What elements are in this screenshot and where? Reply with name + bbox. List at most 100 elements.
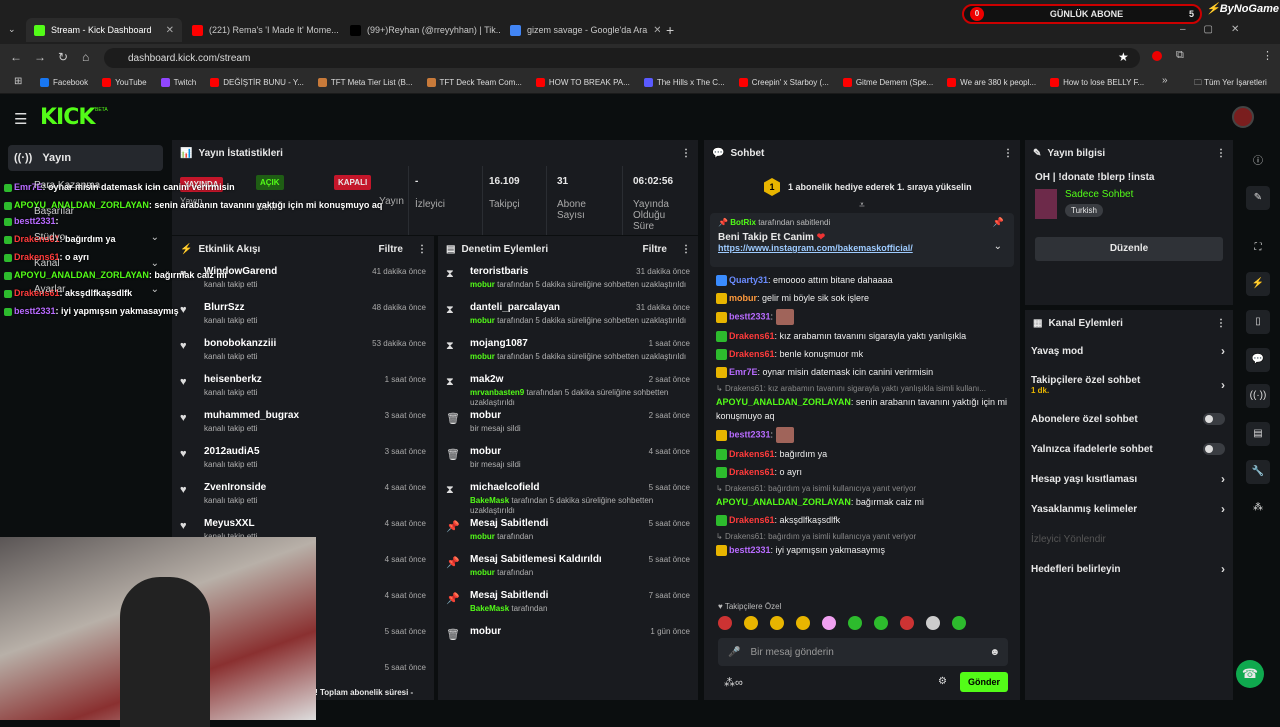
page-icon[interactable]: ▯: [1246, 310, 1270, 334]
sidebar-item[interactable]: Stüdyo ⌄: [14, 232, 159, 243]
browser-tab[interactable]: (221) Rema's 'I Made It' Mome...✕: [184, 18, 340, 42]
emote-icon[interactable]: [770, 616, 784, 630]
chat-username[interactable]: Quarty31: [729, 275, 768, 285]
emote-icon[interactable]: [796, 616, 810, 630]
tab-list-icon[interactable]: ⌄: [8, 24, 16, 35]
avatar[interactable]: [1232, 106, 1254, 128]
chat-message-input[interactable]: 🎤 Bir mesaj gönderin ☻: [718, 638, 1008, 666]
more-bookmarks-icon[interactable]: »: [1162, 75, 1168, 86]
moderation-filter-button[interactable]: Filtre: [643, 244, 667, 255]
channel-action-item[interactable]: Hedefleri belirleyin ›: [1025, 554, 1233, 584]
unpin-icon[interactable]: 📌: [993, 217, 1004, 228]
bookmark-star-icon[interactable]: ★: [1118, 50, 1129, 64]
stats-menu-icon[interactable]: ⋮: [681, 148, 691, 159]
moderation-menu-icon[interactable]: ⋮: [681, 244, 691, 255]
kick-logo[interactable]: KICK: [40, 105, 95, 130]
toggle-switch[interactable]: [1203, 443, 1225, 455]
emote-icon[interactable]: [822, 616, 836, 630]
bookmark-item[interactable]: Creepin' x Starboy (...: [738, 78, 829, 87]
all-bookmarks[interactable]: 🗀 Tüm Yer İşaretleri: [1194, 77, 1267, 91]
chat-username[interactable]: bestt2331: [729, 545, 771, 555]
chat-username[interactable]: Drakens61: [729, 467, 775, 477]
collapse-arrow-icon[interactable]: ⩡: [704, 200, 1020, 211]
pencil-icon[interactable]: ✎: [1246, 186, 1270, 210]
chat-username[interactable]: APOYU_ANALDAN_ZORLAYAN: [716, 397, 851, 407]
channel-actions-menu-icon[interactable]: ⋮: [1216, 318, 1226, 329]
new-tab-button[interactable]: +: [666, 22, 674, 38]
edit-button[interactable]: Düzenle: [1035, 237, 1223, 261]
bookmark-item[interactable]: Twitch: [160, 78, 196, 87]
emote-icon[interactable]: [718, 616, 732, 630]
browser-tab[interactable]: Stream - Kick Dashboard ✕: [26, 18, 182, 42]
chat-username[interactable]: Drakens61: [729, 515, 775, 525]
sidebar-item[interactable]: Kanal ⌄: [14, 258, 159, 269]
chat-bubble-icon[interactable]: 💬: [1246, 348, 1270, 372]
bookmark-item[interactable]: How to lose BELLY F...: [1050, 78, 1144, 87]
bookmark-item[interactable]: YouTube: [102, 78, 147, 87]
emote-icon[interactable]: [744, 616, 758, 630]
bookmark-item[interactable]: We are 380 k peopl...: [947, 78, 1036, 87]
extension-icon[interactable]: [1152, 51, 1162, 61]
back-icon[interactable]: ←: [10, 50, 22, 64]
apps-grid-icon[interactable]: ⊞: [14, 76, 22, 87]
channel-action-item[interactable]: Hesap yaşı kısıtlaması ›: [1025, 464, 1233, 494]
channel-action-item[interactable]: Abonelere özel sohbet: [1025, 404, 1233, 434]
share-icon[interactable]: ⁂: [1246, 496, 1270, 520]
layers-icon[interactable]: ▤: [1246, 422, 1270, 446]
channel-action-item[interactable]: Yalnızca ifadelerle sohbet: [1025, 434, 1233, 464]
send-button[interactable]: Gönder: [960, 672, 1008, 692]
emote-icon[interactable]: [952, 616, 966, 630]
forward-icon[interactable]: →: [34, 50, 46, 64]
channel-action-item[interactable]: Yavaş mod ›: [1025, 336, 1233, 366]
browser-menu-icon[interactable]: ⋮: [1262, 49, 1273, 62]
chat-username[interactable]: Drakens61: [729, 331, 775, 341]
activity-menu-icon[interactable]: ⋮: [417, 244, 427, 255]
bookmark-item[interactable]: DEĞİŞTİR BUNU - Y...: [210, 78, 304, 87]
emote-icon[interactable]: [926, 616, 940, 630]
bookmark-item[interactable]: Gitme Demem (Spe...: [842, 78, 933, 87]
category-link[interactable]: Sadece Sohbet: [1065, 189, 1133, 200]
emote-icon[interactable]: [848, 616, 862, 630]
bookmark-item[interactable]: HOW TO BREAK PA...: [535, 78, 630, 87]
activity-filter-button[interactable]: Filtre: [379, 244, 403, 255]
bookmark-item[interactable]: TFT Deck Team Com...: [426, 78, 522, 87]
close-tab-icon[interactable]: ✕: [166, 25, 174, 36]
sidebar-item[interactable]: Ayarlar ⌄: [14, 284, 159, 295]
wrench-icon[interactable]: 🔧: [1246, 460, 1270, 484]
channel-action-item[interactable]: Yasaklanmış kelimeler ›: [1025, 494, 1233, 524]
bookmark-item[interactable]: Facebook: [40, 78, 88, 87]
lightning-icon[interactable]: ⚡: [1246, 272, 1270, 296]
close-tab-icon[interactable]: ✕: [653, 25, 660, 36]
emoji-icon[interactable]: ☻: [989, 647, 1000, 658]
chat-username[interactable]: Drakens61: [729, 349, 775, 359]
chat-username[interactable]: APOYU_ANALDAN_ZORLAYAN: [716, 497, 851, 507]
url-input[interactable]: dashboard.kick.com/stream: [104, 48, 1140, 68]
extensions-puzzle-icon[interactable]: ⧉: [1176, 49, 1184, 62]
chat-username[interactable]: bestt2331: [729, 311, 771, 321]
reload-icon[interactable]: ↻: [58, 50, 68, 64]
toggle-switch[interactable]: [1203, 413, 1225, 425]
chat-username[interactable]: Drakens61: [729, 449, 775, 459]
fullscreen-icon[interactable]: ⛶: [1246, 236, 1270, 260]
channel-action-item[interactable]: Takipçilere özel sohbet 1 dk. ›: [1025, 366, 1233, 404]
bookmark-item[interactable]: The Hills x The C...: [643, 78, 725, 87]
broadcast-icon[interactable]: ((·)): [1246, 384, 1270, 408]
chat-username[interactable]: bestt2331: [729, 429, 771, 439]
stream-info-menu-icon[interactable]: ⋮: [1216, 148, 1226, 159]
chat-tools-icon[interactable]: ⁂∞: [724, 676, 743, 689]
window-controls[interactable]: –▢✕: [1180, 24, 1257, 35]
info-icon[interactable]: ⓘ: [1246, 150, 1270, 174]
gift-sub-banner[interactable]: 1 1 abonelik hediye ederek 1. sıraya yük…: [704, 166, 1020, 196]
sidebar-item[interactable]: Başarılar: [14, 206, 159, 217]
hamburger-menu-icon[interactable]: ☰: [14, 110, 27, 128]
sidebar-item-stream[interactable]: ((·)) Yayın: [8, 145, 163, 171]
emote-icon[interactable]: [874, 616, 888, 630]
chat-username[interactable]: Emr7E: [729, 367, 758, 377]
chat-username[interactable]: mobur: [729, 293, 757, 303]
sidebar-item[interactable]: Para Kazanma ⌄: [14, 180, 159, 191]
chat-menu-icon[interactable]: ⋮: [1003, 148, 1013, 159]
bookmark-item[interactable]: TFT Meta Tier List (B...: [317, 78, 413, 87]
pinned-expand-icon[interactable]: ⌄: [994, 241, 1002, 252]
chat-settings-icon[interactable]: ⚙: [938, 676, 947, 687]
emote-icon[interactable]: [900, 616, 914, 630]
